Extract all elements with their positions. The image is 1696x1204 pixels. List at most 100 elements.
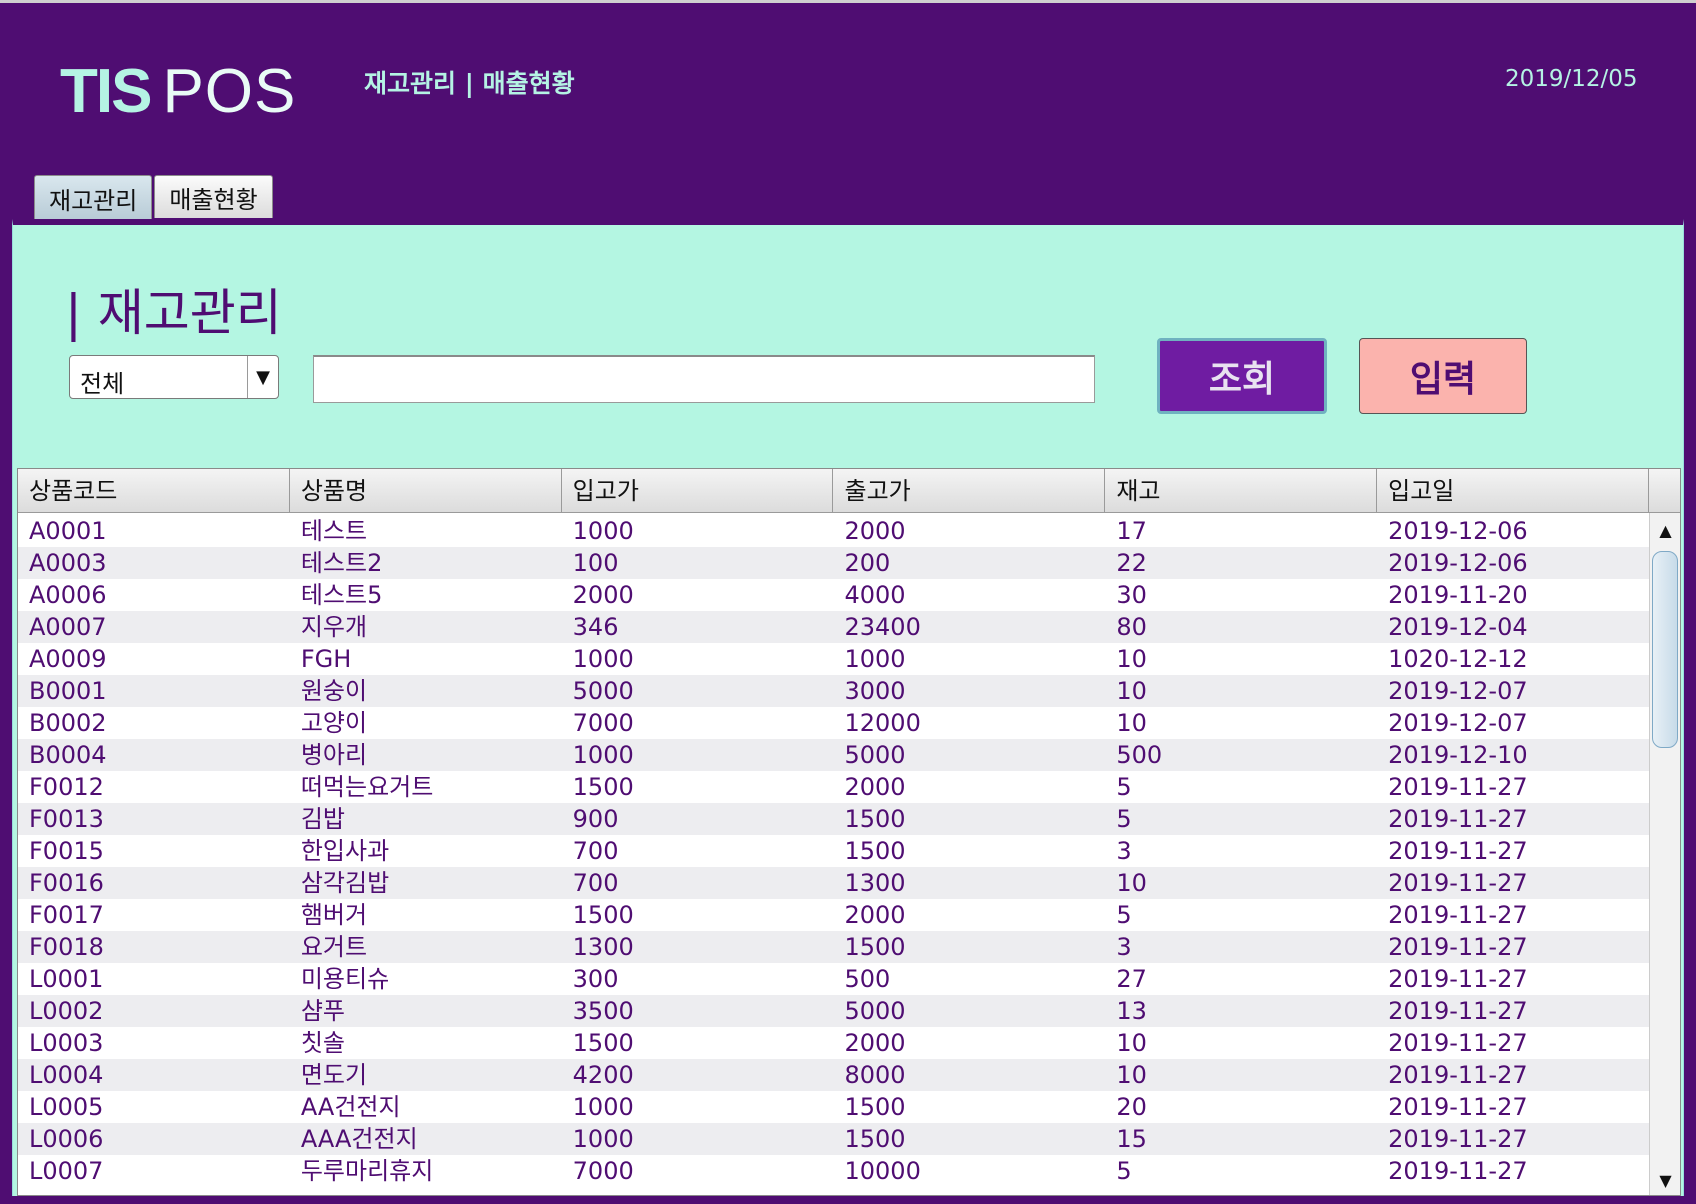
search-button[interactable]: 조회: [1157, 338, 1327, 414]
cell-product-name: 두루마리휴지: [300, 1157, 434, 1185]
table-row[interactable]: F0018 요거트 1300 1500 3 2019-11-27: [18, 931, 1649, 963]
cell-purchase-price: 700: [572, 869, 619, 897]
cell-sale-price: 1500: [844, 933, 906, 961]
scroll-down-arrow-icon[interactable]: ▼: [1650, 1165, 1680, 1195]
header-nav-inventory-link[interactable]: 재고관리: [364, 69, 456, 98]
table-row[interactable]: L0004 면도기 4200 8000 10 2019-11-27: [18, 1059, 1649, 1091]
cell-stock-date: 2019-11-27: [1388, 1029, 1528, 1057]
table-row[interactable]: A0009 FGH 1000 1000 10 1020-12-12: [18, 643, 1649, 675]
table-row[interactable]: F0015 한입사과 700 1500 3 2019-11-27: [18, 835, 1649, 867]
table-row[interactable]: L0005 AA건전지 1000 1500 20 2019-11-27: [18, 1091, 1649, 1123]
cell-stock-date: 2019-12-06: [1388, 549, 1528, 577]
cell-product-name: 테스트5: [300, 581, 383, 609]
table-row[interactable]: F0012 떠먹는요거트 1500 2000 5 2019-11-27: [18, 771, 1649, 803]
cell-product-code: F0017: [29, 901, 104, 929]
cell-stock: 22: [1116, 549, 1147, 577]
table-row[interactable]: L0003 칫솔 1500 2000 10 2019-11-27: [18, 1027, 1649, 1059]
cell-stock: 10: [1116, 1061, 1147, 1089]
cell-stock: 10: [1116, 645, 1147, 673]
cell-product-name: 떠먹는요거트: [300, 773, 434, 801]
cell-product-code: F0013: [29, 805, 104, 833]
column-header-stock[interactable]: 재고: [1105, 469, 1378, 513]
column-header-purchase-price[interactable]: 입고가: [561, 469, 834, 513]
cell-product-code: B0002: [29, 709, 107, 737]
cell-product-name: AAA건전지: [300, 1125, 418, 1153]
cell-stock-date: 2019-11-27: [1388, 1157, 1528, 1185]
cell-product-name: 테스트: [300, 517, 368, 545]
cell-purchase-price: 1500: [572, 901, 634, 929]
table-row[interactable]: B0002 고양이 7000 12000 10 2019-12-07: [18, 707, 1649, 739]
cell-product-code: A0003: [29, 549, 107, 577]
tab-inventory[interactable]: 재고관리: [34, 175, 153, 220]
cell-stock-date: 2019-11-27: [1388, 1061, 1528, 1089]
cell-product-name: AA건전지: [300, 1093, 401, 1121]
cell-purchase-price: 1000: [572, 1093, 634, 1121]
cell-stock-date: 2019-11-20: [1388, 581, 1528, 609]
tab-sales[interactable]: 매출현황: [154, 175, 273, 218]
scroll-thumb[interactable]: [1652, 551, 1678, 748]
logo-main-text: TIS: [60, 57, 152, 126]
cell-product-name: 고양이: [300, 709, 368, 737]
cell-purchase-price: 2000: [572, 581, 634, 609]
vertical-scrollbar[interactable]: ▲ ▼: [1649, 513, 1680, 1195]
table-row[interactable]: L0007 두루마리휴지 7000 10000 5 2019-11-27: [18, 1155, 1649, 1187]
table-row[interactable]: L0001 미용티슈 300 500 27 2019-11-27: [18, 963, 1649, 995]
input-button[interactable]: 입력: [1359, 338, 1527, 414]
cell-purchase-price: 346: [572, 613, 619, 641]
column-header-product-code[interactable]: 상품코드: [18, 469, 290, 513]
table-row[interactable]: F0017 햄버거 1500 2000 5 2019-11-27: [18, 899, 1649, 931]
scroll-up-arrow-icon[interactable]: ▲: [1650, 515, 1680, 545]
header-nav-sales-link[interactable]: 매출현황: [483, 69, 575, 98]
cell-product-code: L0007: [29, 1157, 104, 1185]
table-row[interactable]: F0013 김밥 900 1500 5 2019-11-27: [18, 803, 1649, 835]
window-top-border: [0, 0, 1696, 3]
cell-product-name: 햄버거: [300, 901, 368, 929]
cell-stock: 27: [1116, 965, 1147, 993]
cell-sale-price: 1500: [844, 1093, 906, 1121]
table-row[interactable]: A0003 테스트2 100 200 22 2019-12-06: [18, 547, 1649, 579]
cell-purchase-price: 100: [572, 549, 619, 577]
table-row[interactable]: F0016 삼각김밥 700 1300 10 2019-11-27: [18, 867, 1649, 899]
cell-stock-date: 2019-11-27: [1388, 837, 1528, 865]
page-title: | 재고관리: [65, 284, 282, 342]
cell-stock-date: 2019-11-27: [1388, 965, 1528, 993]
column-header-sale-price[interactable]: 출고가: [833, 469, 1106, 513]
column-header-product-name[interactable]: 상품명: [289, 469, 562, 513]
cell-purchase-price: 1000: [572, 741, 634, 769]
cell-product-code: L0004: [29, 1061, 104, 1089]
cell-sale-price: 4000: [844, 581, 906, 609]
cell-stock-date: 2019-12-06: [1388, 517, 1528, 545]
table-row[interactable]: B0004 병아리 1000 5000 500 2019-12-10: [18, 739, 1649, 771]
cell-sale-price: 5000: [844, 997, 906, 1025]
table-row[interactable]: A0007 지우개 346 23400 80 2019-12-04: [18, 611, 1649, 643]
column-header-stock-date[interactable]: 입고일: [1377, 469, 1649, 513]
cell-sale-price: 200: [844, 549, 891, 577]
cell-product-name: 칫솔: [300, 1029, 345, 1057]
cell-sale-price: 12000: [844, 709, 921, 737]
cell-stock: 10: [1116, 1029, 1147, 1057]
table-row[interactable]: L0006 AAA건전지 1000 1500 15 2019-11-27: [18, 1123, 1649, 1155]
cell-product-name: 병아리: [300, 741, 368, 769]
cell-purchase-price: 1000: [572, 1125, 634, 1153]
cell-stock: 10: [1116, 709, 1147, 737]
cell-sale-price: 2000: [844, 517, 906, 545]
cell-product-name: 김밥: [300, 805, 345, 833]
table-row[interactable]: A0001 테스트 1000 2000 17 2019-12-06: [18, 515, 1649, 547]
app-logo: TIS POS: [60, 57, 296, 126]
header-date: 2019/12/05: [1505, 66, 1638, 92]
cell-sale-price: 23400: [844, 613, 921, 641]
header-nav-separator: |: [464, 69, 474, 98]
dropdown-arrow-icon[interactable]: ▼: [247, 356, 278, 398]
cell-stock-date: 1020-12-12: [1388, 645, 1528, 673]
cell-product-code: L0006: [29, 1125, 104, 1153]
category-select[interactable]: 전체 ▼: [69, 355, 279, 399]
cell-stock-date: 2019-12-10: [1388, 741, 1528, 769]
cell-product-name: 원숭이: [300, 677, 368, 705]
table-row[interactable]: A0006 테스트5 2000 4000 30 2019-11-20: [18, 579, 1649, 611]
search-input[interactable]: [313, 355, 1095, 403]
inventory-panel: | 재고관리 전체 ▼ 조회 입력 상품코드 상품명 입고가 출고가 재고 입고일 A00…: [12, 219, 1684, 1196]
cell-stock: 3: [1116, 933, 1132, 961]
cell-stock: 5: [1116, 901, 1132, 929]
table-row[interactable]: L0002 샴푸 3500 5000 13 2019-11-27: [18, 995, 1649, 1027]
table-row[interactable]: B0001 원숭이 5000 3000 10 2019-12-07: [18, 675, 1649, 707]
